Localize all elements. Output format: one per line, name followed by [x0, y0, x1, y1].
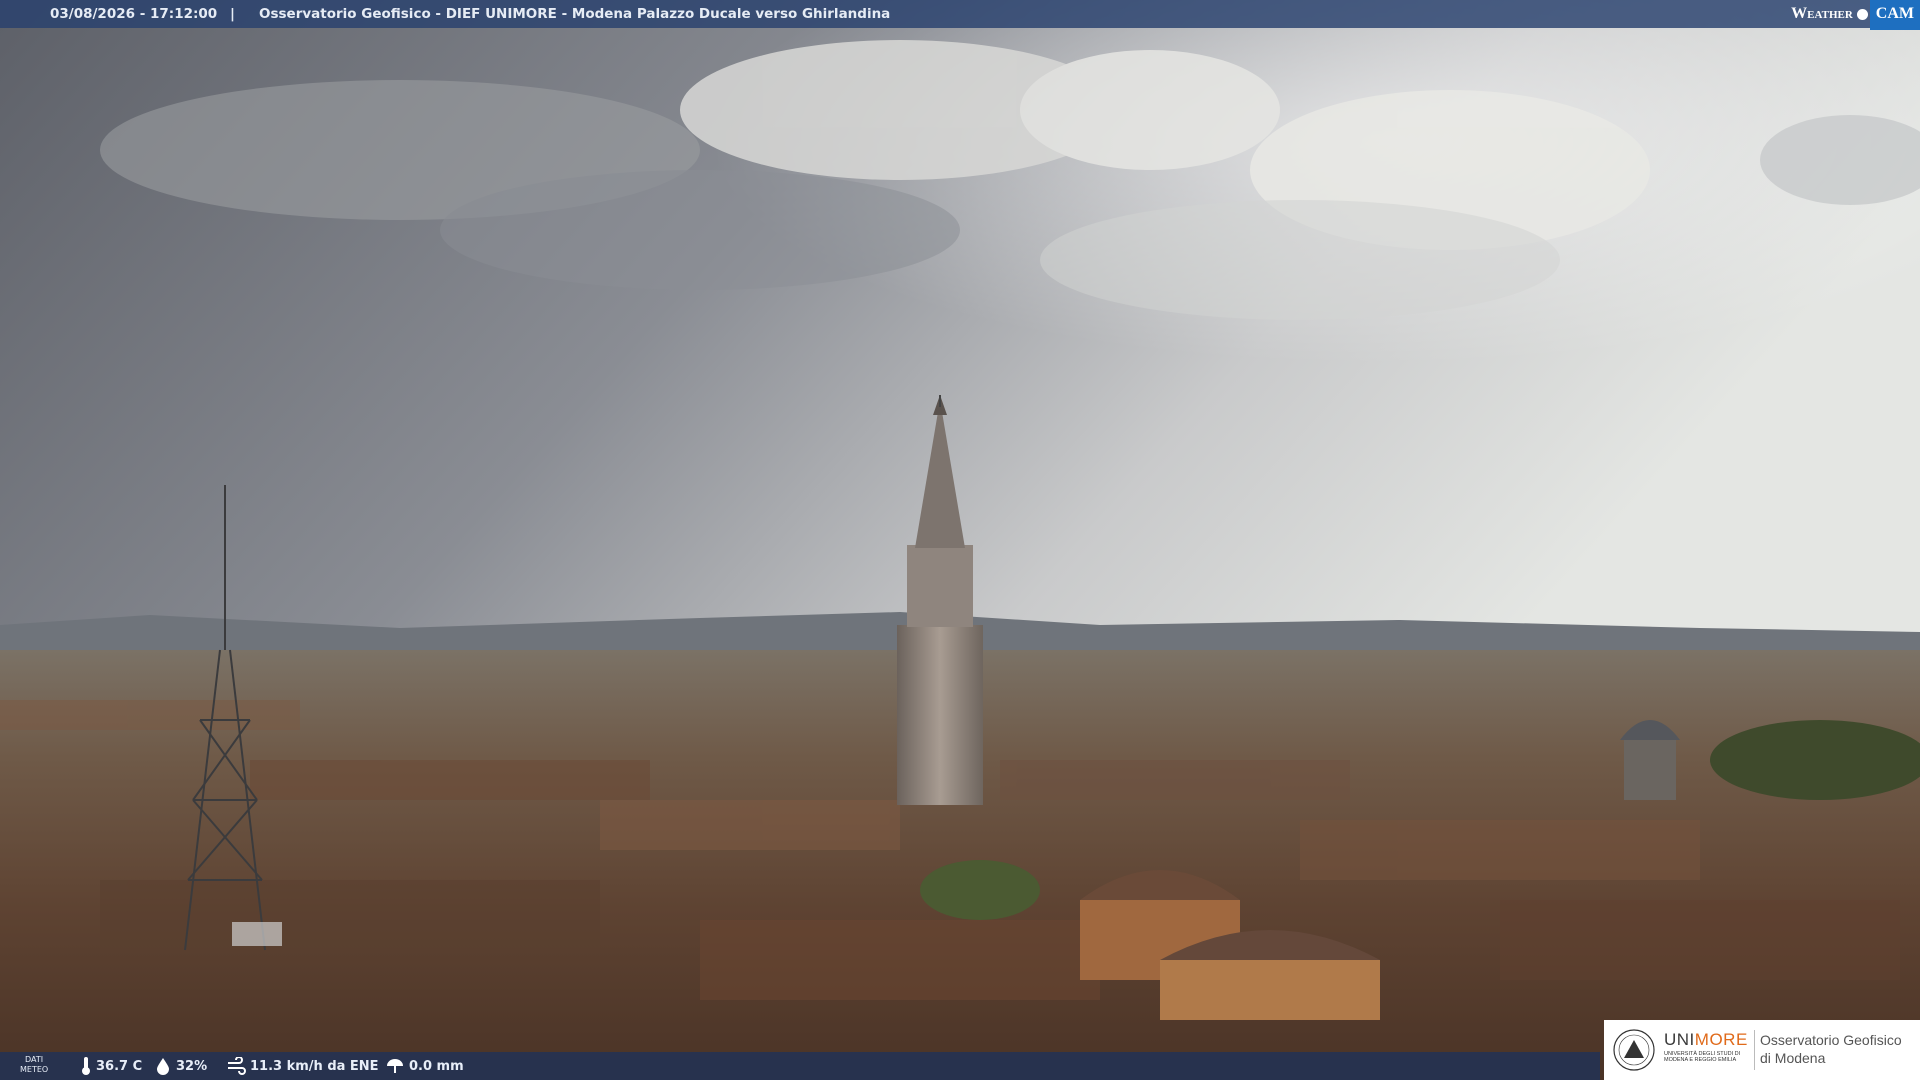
unimore-logo: UNIMORE UNIVERSITÀ DEGLI STUDI DI MODENA… — [1604, 1020, 1920, 1080]
weather-data-label: DATI METEO — [20, 1055, 48, 1075]
unimore-subtitle: UNIVERSITÀ DEGLI STUDI DI MODENA E REGGI… — [1664, 1051, 1741, 1063]
camera-title: Osservatorio Geofisico - DIEF UNIMORE - … — [259, 6, 891, 22]
weather-data-label-line1: DATI — [25, 1055, 44, 1064]
logo-divider — [1754, 1030, 1755, 1070]
weathercam-logo-word: Weather — [1791, 5, 1853, 22]
unimore-wordmark: UNIMORE — [1664, 1030, 1748, 1050]
weather-data-bar: DATI METEO 36.7 C 32% 11.3 km/h da ENE 0… — [0, 1052, 1600, 1080]
header-bar: 03/08/2026 - 17:12:00 | Osservatorio Geo… — [0, 0, 1920, 30]
observatory-name: Osservatorio Geofisico di Modena — [1760, 1031, 1902, 1067]
weathercam-logo-dot-icon — [1856, 8, 1868, 20]
humidity-value: 32% — [176, 1058, 208, 1074]
university-seal-icon — [1613, 1029, 1655, 1071]
separator: | — [230, 6, 235, 22]
observatory-line1: Osservatorio Geofisico — [1760, 1032, 1902, 1048]
wind-item: 11.3 km/h da ENE — [226, 1052, 379, 1080]
humidity-item: 32% — [154, 1052, 207, 1080]
wind-value: 11.3 km/h da ENE — [250, 1058, 379, 1074]
unimore-more: MORE — [1694, 1030, 1748, 1049]
thermometer-icon — [82, 1057, 90, 1075]
rain-value: 0.0 mm — [409, 1058, 464, 1074]
observatory-line2: di Modena — [1760, 1050, 1826, 1066]
timestamp: 03/08/2026 - 17:12:00 — [50, 6, 218, 22]
wind-icon — [228, 1057, 246, 1075]
rain-item: 0.0 mm — [385, 1052, 464, 1080]
weather-data-label-line2: METEO — [20, 1065, 49, 1074]
unimore-uni: UNI — [1664, 1030, 1695, 1049]
webcam-scene — [0, 0, 1920, 1080]
weathercam-logo: Weather CAM — [1785, 0, 1920, 30]
weathercam-logo-cam: CAM — [1869, 0, 1920, 30]
temperature-value: 36.7 C — [96, 1058, 143, 1074]
trees — [1710, 720, 1920, 800]
rain-icon — [387, 1059, 403, 1073]
temperature-item: 36.7 C — [80, 1052, 142, 1080]
humidity-drop-icon — [157, 1058, 169, 1075]
